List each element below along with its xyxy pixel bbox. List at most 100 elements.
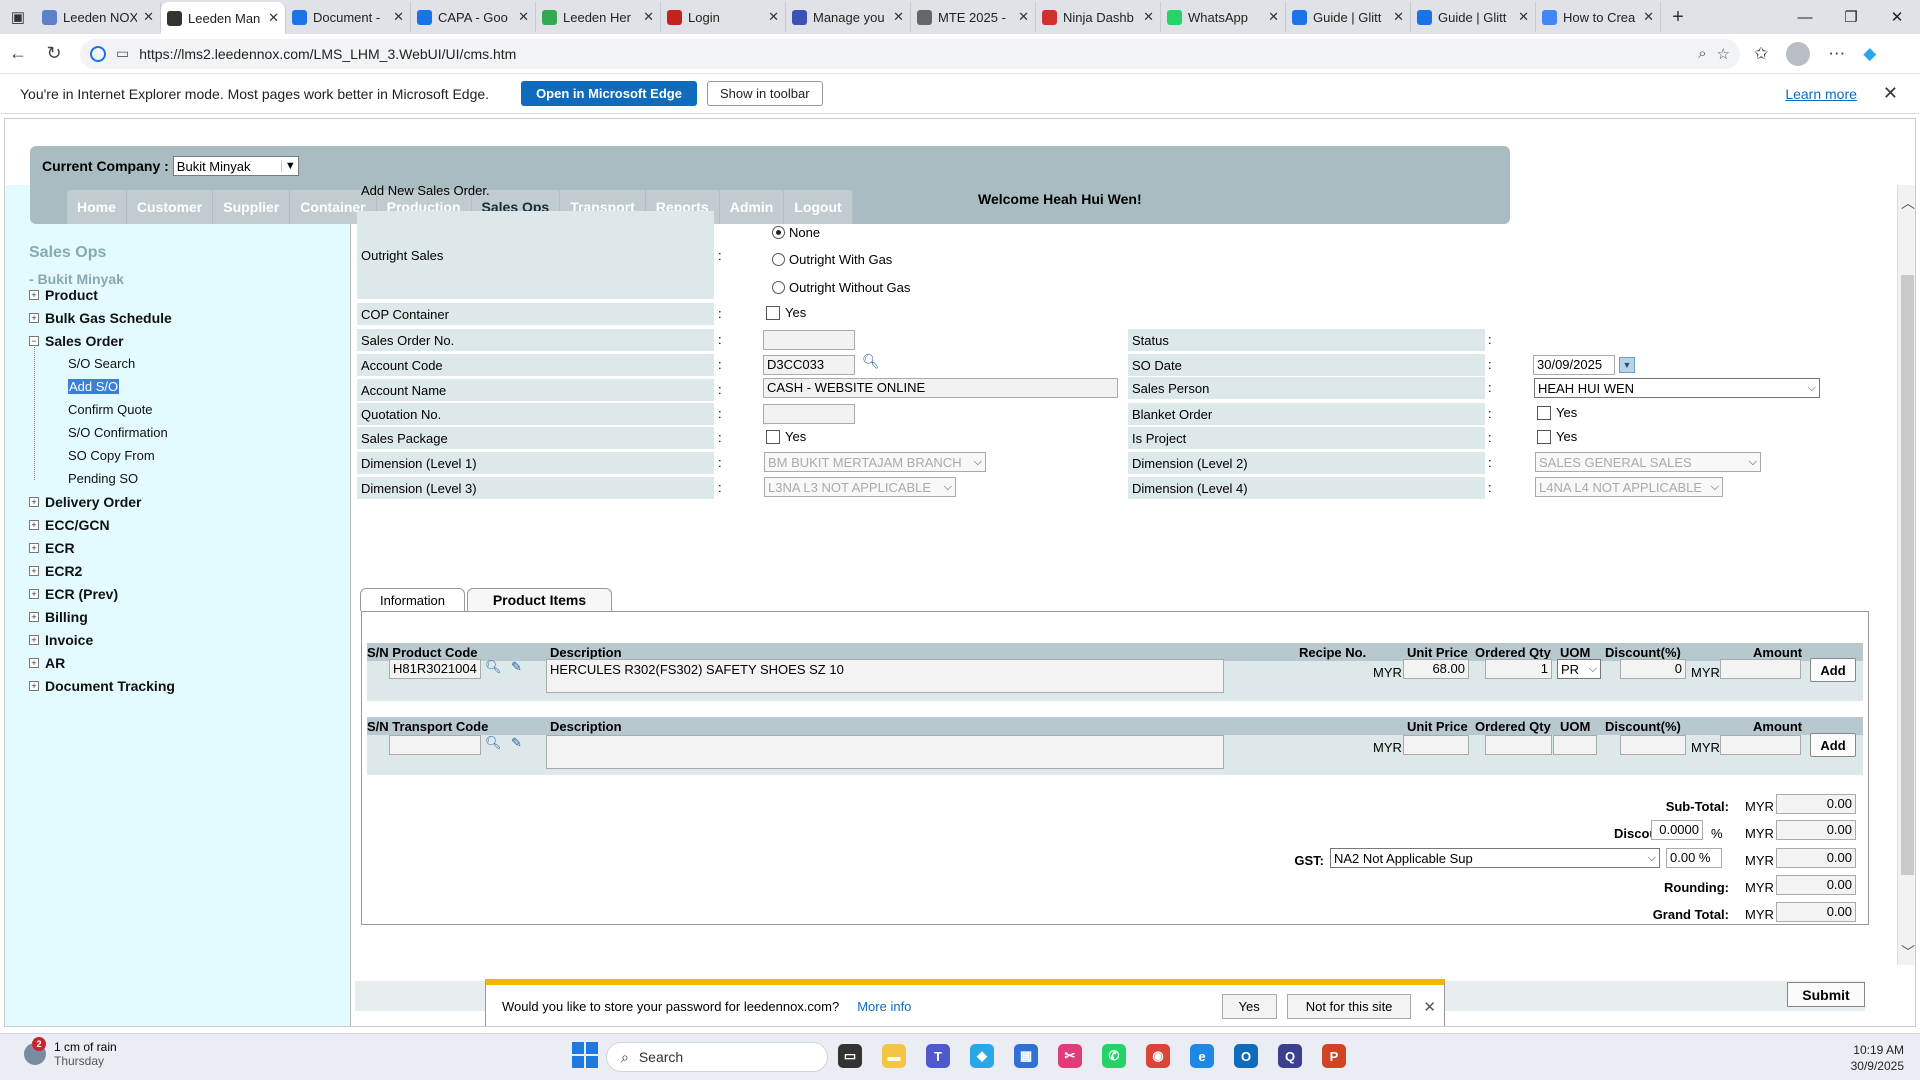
open-in-edge-button[interactable]: Open in Microsoft Edge: [521, 81, 697, 106]
so-date-field[interactable]: 30/09/2025: [1533, 355, 1615, 375]
browser-tab[interactable]: Leeden Man ✕: [161, 2, 286, 34]
unit-price-field[interactable]: 68.00: [1403, 659, 1469, 679]
menu-item-customer[interactable]: Customer: [127, 190, 214, 224]
checkbox-icon[interactable]: [766, 429, 780, 444]
menu-item-supplier[interactable]: Supplier: [213, 190, 291, 224]
tree-node[interactable]: + Product: [29, 287, 98, 303]
windows-start-icon[interactable]: [572, 1042, 598, 1068]
teams-icon[interactable]: T: [926, 1044, 950, 1068]
close-tab-icon[interactable]: ✕: [1643, 9, 1654, 25]
save-password-yes-button[interactable]: Yes: [1221, 994, 1277, 1019]
file-explorer-icon[interactable]: ▬: [882, 1044, 906, 1068]
browser-tab[interactable]: Guide | Glitt ✕: [1411, 2, 1536, 32]
radio-outright-with-gas[interactable]: Outright With Gas: [772, 252, 892, 267]
radio-button-icon[interactable]: [772, 253, 785, 266]
expand-icon[interactable]: +: [29, 681, 39, 691]
radio-button-icon[interactable]: [772, 226, 785, 239]
expand-icon[interactable]: +: [29, 313, 39, 323]
radio-none[interactable]: None: [772, 225, 820, 240]
expand-icon[interactable]: +: [29, 520, 39, 530]
powerpoint-icon[interactable]: P: [1322, 1044, 1346, 1068]
browser-tab[interactable]: Leeden Her ✕: [536, 2, 661, 32]
browser-tab[interactable]: Ninja Dashb ✕: [1036, 2, 1161, 32]
vertical-scrollbar[interactable]: ︿ ﹀: [1897, 185, 1915, 965]
sidebar-item[interactable]: S/O Confirmation: [68, 425, 168, 440]
checkbox-icon[interactable]: [1537, 429, 1551, 444]
transport-unit-price-field[interactable]: [1403, 735, 1469, 755]
tree-node[interactable]: + AR: [29, 655, 65, 671]
close-ie-bar-icon[interactable]: ✕: [1883, 83, 1898, 104]
app-q-icon[interactable]: Q: [1278, 1044, 1302, 1068]
search-icon[interactable]: 🔍︎: [485, 659, 502, 675]
edit-icon[interactable]: ✎: [511, 659, 529, 675]
expand-icon[interactable]: +: [29, 589, 39, 599]
copilot-icon[interactable]: ◆: [1863, 44, 1876, 64]
add-transport-button[interactable]: Add: [1810, 733, 1856, 757]
browser-tab[interactable]: CAPA - Goo ✕: [411, 2, 536, 32]
back-icon[interactable]: ←: [0, 43, 36, 64]
is-project-checkbox[interactable]: Yes: [1537, 429, 1577, 444]
show-in-toolbar-button[interactable]: Show in toolbar: [706, 81, 823, 106]
radio-button-icon[interactable]: [772, 281, 785, 294]
close-tab-icon[interactable]: ✕: [1143, 9, 1154, 25]
close-tab-icon[interactable]: ✕: [768, 9, 779, 25]
scroll-down-icon[interactable]: ﹀: [1901, 942, 1915, 962]
radio-outright-without-gas[interactable]: Outright Without Gas: [772, 280, 910, 295]
favorites-icon[interactable]: ✩: [1754, 44, 1768, 64]
transport-discount-field[interactable]: [1620, 735, 1686, 755]
dimension-level-4-select[interactable]: L4NA L4 NOT APPLICABLE ⌵: [1535, 477, 1723, 497]
profile-avatar[interactable]: [1786, 41, 1811, 66]
menu-item-logout[interactable]: Logout: [784, 190, 853, 224]
quotation-no-field[interactable]: [763, 404, 855, 424]
browser-tab[interactable]: MTE 2025 - ✕: [911, 2, 1036, 32]
add-product-button[interactable]: Add: [1810, 658, 1856, 682]
browser-tab[interactable]: Guide | Glitt ✕: [1286, 2, 1411, 32]
expand-icon[interactable]: +: [29, 635, 39, 645]
browser-tab[interactable]: Leeden NOX ✕: [36, 2, 161, 32]
ordered-qty-field[interactable]: 1: [1485, 659, 1552, 679]
sales-package-checkbox[interactable]: Yes: [766, 429, 806, 444]
tree-node[interactable]: + Invoice: [29, 632, 93, 648]
more-menu-icon[interactable]: ⋯: [1828, 44, 1845, 64]
sales-person-select[interactable]: HEAH HUI WEN ⌵: [1534, 378, 1820, 398]
close-tab-icon[interactable]: ✕: [268, 10, 279, 26]
dimension-level-1-select[interactable]: BM BUKIT MERTAJAM BRANCH ⌵: [764, 452, 986, 472]
menu-item-home[interactable]: Home: [67, 190, 127, 224]
expand-icon[interactable]: +: [29, 543, 39, 553]
tree-node[interactable]: − Sales Order: [29, 333, 124, 349]
sidebar-item[interactable]: Add S/O: [68, 379, 120, 394]
close-prompt-icon[interactable]: ✕: [1423, 998, 1436, 1016]
favorite-star-icon[interactable]: ☆: [1717, 45, 1730, 63]
checkbox-icon[interactable]: [1537, 405, 1551, 420]
tab-product-items[interactable]: Product Items: [467, 588, 612, 611]
dimension-level-3-select[interactable]: L3NA L3 NOT APPLICABLE ⌵: [764, 477, 956, 497]
transport-description-field[interactable]: [546, 735, 1224, 769]
scrollbar-thumb[interactable]: [1901, 275, 1914, 875]
amount-field[interactable]: [1720, 659, 1801, 679]
sidebar-item[interactable]: SO Copy From: [68, 448, 155, 463]
expand-icon[interactable]: +: [29, 290, 39, 300]
account-name-field[interactable]: CASH - WEBSITE ONLINE: [763, 378, 1118, 398]
expand-icon[interactable]: +: [29, 658, 39, 668]
account-code-field[interactable]: D3CC033: [763, 355, 855, 375]
close-tab-icon[interactable]: ✕: [643, 9, 654, 25]
search-icon[interactable]: 🔍︎: [485, 735, 502, 751]
weather-widget[interactable]: 2 1 cm of rain Thursday: [24, 1037, 117, 1068]
outlook-icon[interactable]: O: [1234, 1044, 1258, 1068]
transport-uom-field[interactable]: [1553, 735, 1597, 755]
close-tab-icon[interactable]: ✕: [1018, 9, 1029, 25]
sidebar-item[interactable]: Confirm Quote: [68, 402, 153, 417]
close-tab-icon[interactable]: ✕: [393, 9, 404, 25]
browser-tab[interactable]: Document - ✕: [286, 2, 411, 32]
snipping-icon[interactable]: ✂: [1058, 1044, 1082, 1068]
site-info-icon[interactable]: ▭: [116, 45, 129, 62]
tree-node[interactable]: + ECR2: [29, 563, 82, 579]
copilot-icon[interactable]: ◆: [970, 1044, 994, 1068]
browser-tab[interactable]: Login ✕: [661, 2, 786, 32]
close-tab-icon[interactable]: ✕: [143, 9, 154, 25]
menu-item-admin[interactable]: Admin: [720, 190, 785, 224]
tree-node[interactable]: + ECC/GCN: [29, 517, 110, 533]
close-tab-icon[interactable]: ✕: [893, 9, 904, 25]
discount-field[interactable]: 0: [1620, 659, 1686, 679]
store-icon[interactable]: ▦: [1014, 1044, 1038, 1068]
